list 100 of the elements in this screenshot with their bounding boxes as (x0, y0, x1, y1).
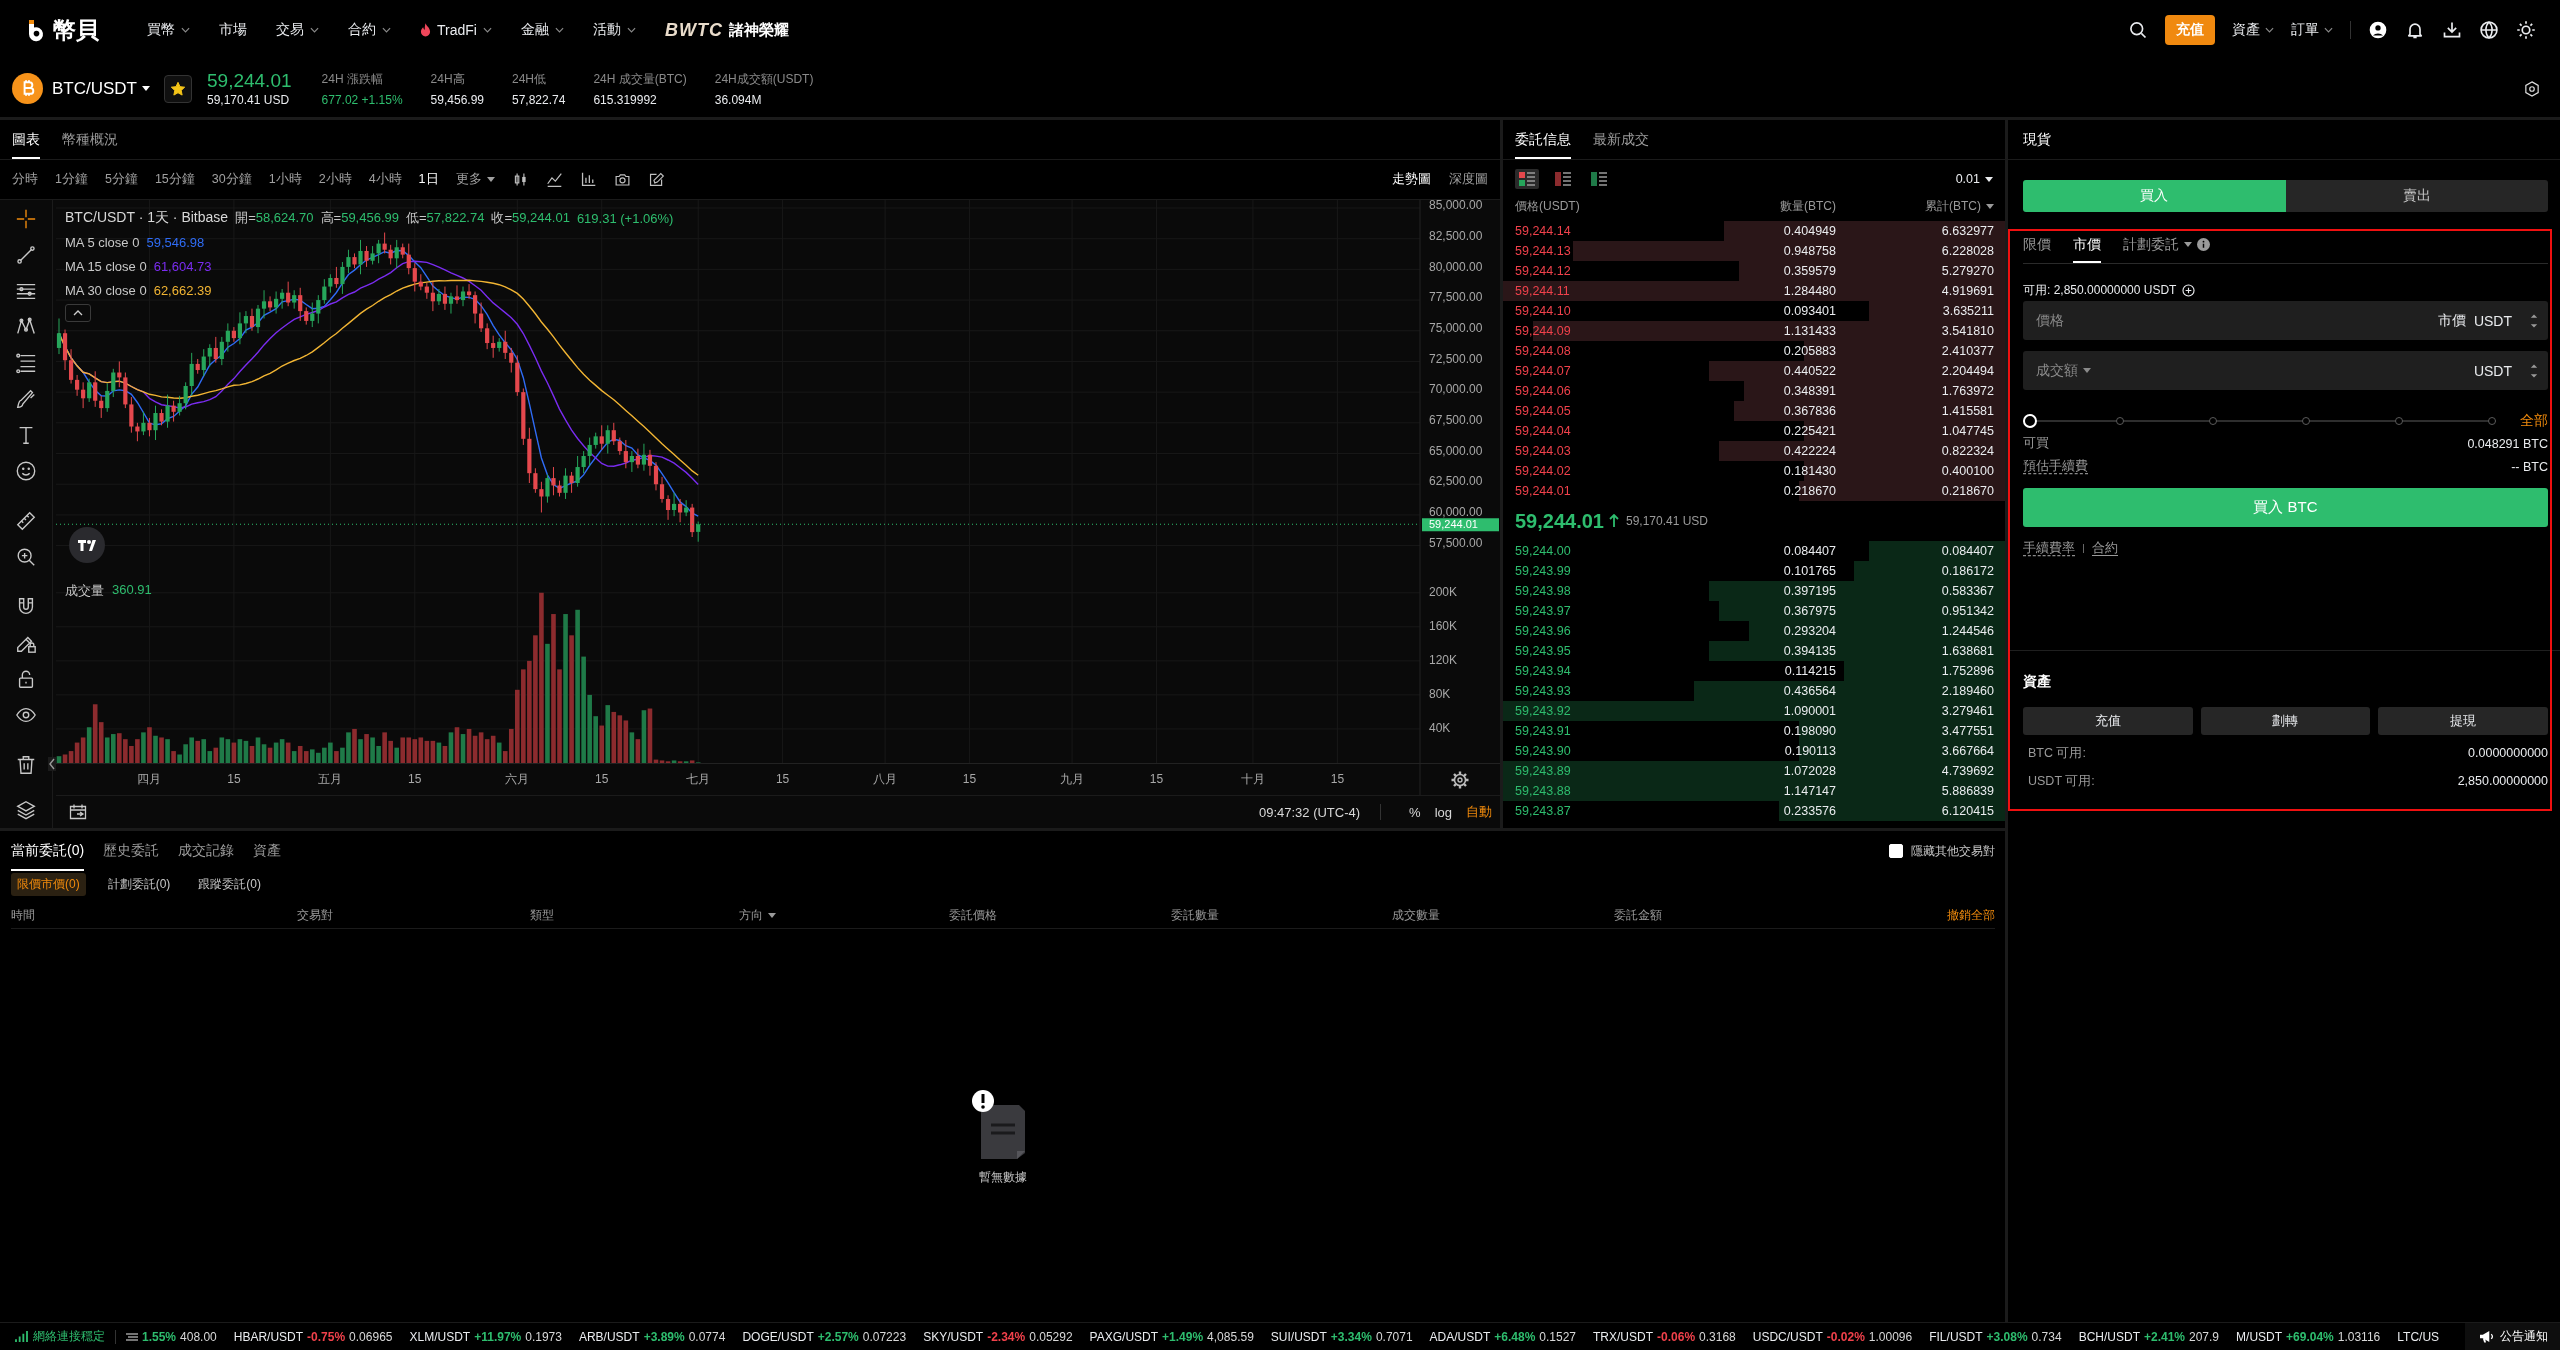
ticker-pair[interactable]: ADA/USDT (1429, 1329, 1491, 1344)
ask-price[interactable]: 59,244.09 (1515, 324, 1686, 338)
interval-option[interactable]: 4小時 (368, 171, 402, 188)
favorite-button[interactable] (164, 74, 192, 103)
interval-option[interactable]: 分時 (12, 171, 38, 188)
asset-action-button[interactable]: 提現 (2378, 707, 2548, 735)
download-icon[interactable] (2442, 20, 2462, 40)
fib-icon[interactable] (15, 352, 37, 374)
nav-menu-item[interactable]: 金融 (520, 21, 564, 39)
orders-tab[interactable]: 資產 (253, 831, 282, 871)
sun-icon[interactable] (2516, 20, 2536, 40)
settings-icon[interactable] (1450, 770, 1470, 790)
ticker-pair[interactable]: LTC/US (2397, 1329, 2440, 1344)
asset-action-button[interactable]: 充值 (2023, 707, 2193, 735)
asset-action-button[interactable]: 劃轉 (2200, 707, 2371, 735)
fee-link[interactable]: 手續費率 (2023, 539, 2075, 557)
interval-option[interactable]: 1分鐘 (55, 171, 88, 188)
interval-option[interactable]: 2小時 (318, 171, 352, 188)
bid-price[interactable]: 59,243.87 (1515, 804, 1686, 818)
ticker-pair[interactable]: DOGE/USDT (742, 1329, 814, 1344)
ticker-pair[interactable]: HBAR/USDT (233, 1329, 304, 1344)
order-type-tab[interactable]: 市價 (2073, 228, 2101, 263)
layers-icon[interactable] (15, 799, 37, 821)
nav-menu-item[interactable]: 市場 (219, 21, 247, 39)
crosshair-icon[interactable] (15, 208, 37, 230)
nav-menu-item[interactable]: TradFi (420, 22, 492, 38)
order-type-tab[interactable]: 計劃委託 (2123, 228, 2210, 263)
interval-option[interactable]: 1小時 (268, 171, 302, 188)
scale-option[interactable]: 自動 (1466, 803, 1492, 821)
checkbox-label[interactable]: 隱藏其他交易對 (1911, 842, 1995, 860)
settings-icon[interactable] (2523, 79, 2541, 98)
ticker-pair[interactable]: TRX/USDT (1593, 1329, 1654, 1344)
logo-text[interactable]: 幣貝 (53, 14, 99, 46)
ask-price[interactable]: 59,244.08 (1515, 344, 1686, 358)
user-icon[interactable] (2368, 20, 2388, 40)
chart-view-tab[interactable]: 深度圖 (1449, 171, 1488, 188)
precision-select[interactable]: 0.01 (1955, 172, 1993, 186)
interval-option[interactable]: 更多 (455, 171, 495, 188)
nav-menu-item[interactable]: 訂單 (2291, 21, 2333, 39)
emoji-icon[interactable] (15, 460, 37, 482)
brush-icon[interactable] (15, 388, 37, 410)
ticker-pair[interactable]: SUI/USDT (1270, 1329, 1327, 1344)
bell-icon[interactable] (2405, 20, 2425, 40)
scale-option[interactable]: % (1409, 804, 1421, 820)
trend-line-icon[interactable] (15, 244, 37, 266)
column-header[interactable]: 累計(BTC) (1836, 197, 1994, 215)
bid-price[interactable]: 59,243.98 (1515, 584, 1686, 598)
interval-option[interactable]: 1日 (418, 171, 439, 188)
ticker-pair[interactable]: USDC/USDT (1752, 1329, 1823, 1344)
bid-price[interactable]: 59,243.99 (1515, 564, 1686, 578)
nav-menu-item[interactable]: 活動 (592, 21, 636, 39)
order-type-tab[interactable]: 限價市價(0) (11, 872, 86, 896)
order-book-tab[interactable]: 委託信息 (1515, 120, 1571, 159)
bid-price[interactable]: 59,244.00 (1515, 544, 1686, 558)
bid-price[interactable]: 59,243.90 (1515, 744, 1686, 758)
ask-price[interactable]: 59,244.01 (1515, 484, 1686, 498)
ask-price[interactable]: 59,244.12 (1515, 264, 1686, 278)
trash-icon[interactable] (15, 754, 37, 776)
ask-price[interactable]: 59,244.05 (1515, 404, 1686, 418)
column-header[interactable]: 方向 (554, 907, 776, 924)
plus-circle-icon[interactable] (2182, 283, 2196, 297)
ask-price[interactable]: 59,244.06 (1515, 384, 1686, 398)
bid-price[interactable]: 59,243.95 (1515, 644, 1686, 658)
bid-price[interactable]: 59,243.89 (1515, 764, 1686, 778)
nav-menu-item[interactable]: 合約 (348, 21, 391, 39)
symbol-selector[interactable]: BTC/USDT (52, 78, 150, 99)
nav-menu-item[interactable]: 交易 (276, 21, 319, 39)
zoom-in-icon[interactable] (15, 546, 37, 568)
ask-price[interactable]: 59,244.13 (1515, 244, 1686, 258)
amount-field[interactable]: 成交額 USDT (2023, 351, 2548, 390)
nav-menu-item[interactable]: 買幣 (147, 21, 190, 39)
asks-bids-layout-icon[interactable] (1515, 169, 1539, 189)
ticker-pair[interactable]: PAXG/USDT (1089, 1329, 1159, 1344)
price-field[interactable]: 價格 市價 USDT (2023, 301, 2548, 340)
edit-icon[interactable] (647, 171, 665, 188)
bid-price[interactable]: 59,243.97 (1515, 604, 1686, 618)
bid-price[interactable]: 59,243.93 (1515, 684, 1686, 698)
bid-price[interactable]: 59,243.96 (1515, 624, 1686, 638)
ask-price[interactable]: 59,244.14 (1515, 224, 1686, 238)
order-type-tab[interactable]: 跟蹤委託(0) (192, 872, 267, 896)
ask-price[interactable]: 59,244.02 (1515, 464, 1686, 478)
interval-option[interactable]: 30分鐘 (211, 171, 252, 188)
order-book-tab[interactable]: 最新成交 (1593, 120, 1649, 159)
ticker-pair[interactable]: ARB/USDT (578, 1329, 640, 1344)
max-amount-link[interactable]: 全部 (2520, 412, 2548, 430)
fee-link[interactable]: 合約 (2092, 539, 2118, 557)
bid-price[interactable]: 59,243.91 (1515, 724, 1686, 738)
ruler-icon[interactable] (15, 510, 37, 532)
indicators-icon[interactable] (545, 171, 563, 188)
globe-icon[interactable] (2479, 20, 2499, 40)
search-icon[interactable] (2128, 20, 2148, 40)
bid-price[interactable]: 59,243.92 (1515, 704, 1686, 718)
ticker-pair[interactable]: SKY/USDT (923, 1329, 984, 1344)
camera-icon[interactable] (613, 171, 631, 188)
interval-option[interactable]: 5分鐘 (104, 171, 138, 188)
ask-price[interactable]: 59,244.10 (1515, 304, 1686, 318)
nav-menu-item[interactable]: 資產 (2232, 21, 2274, 39)
interval-option[interactable]: 15分鐘 (154, 171, 195, 188)
bid-price[interactable]: 59,243.94 (1515, 664, 1686, 678)
ticker-pair[interactable]: FIL/USDT (1929, 1329, 1983, 1344)
